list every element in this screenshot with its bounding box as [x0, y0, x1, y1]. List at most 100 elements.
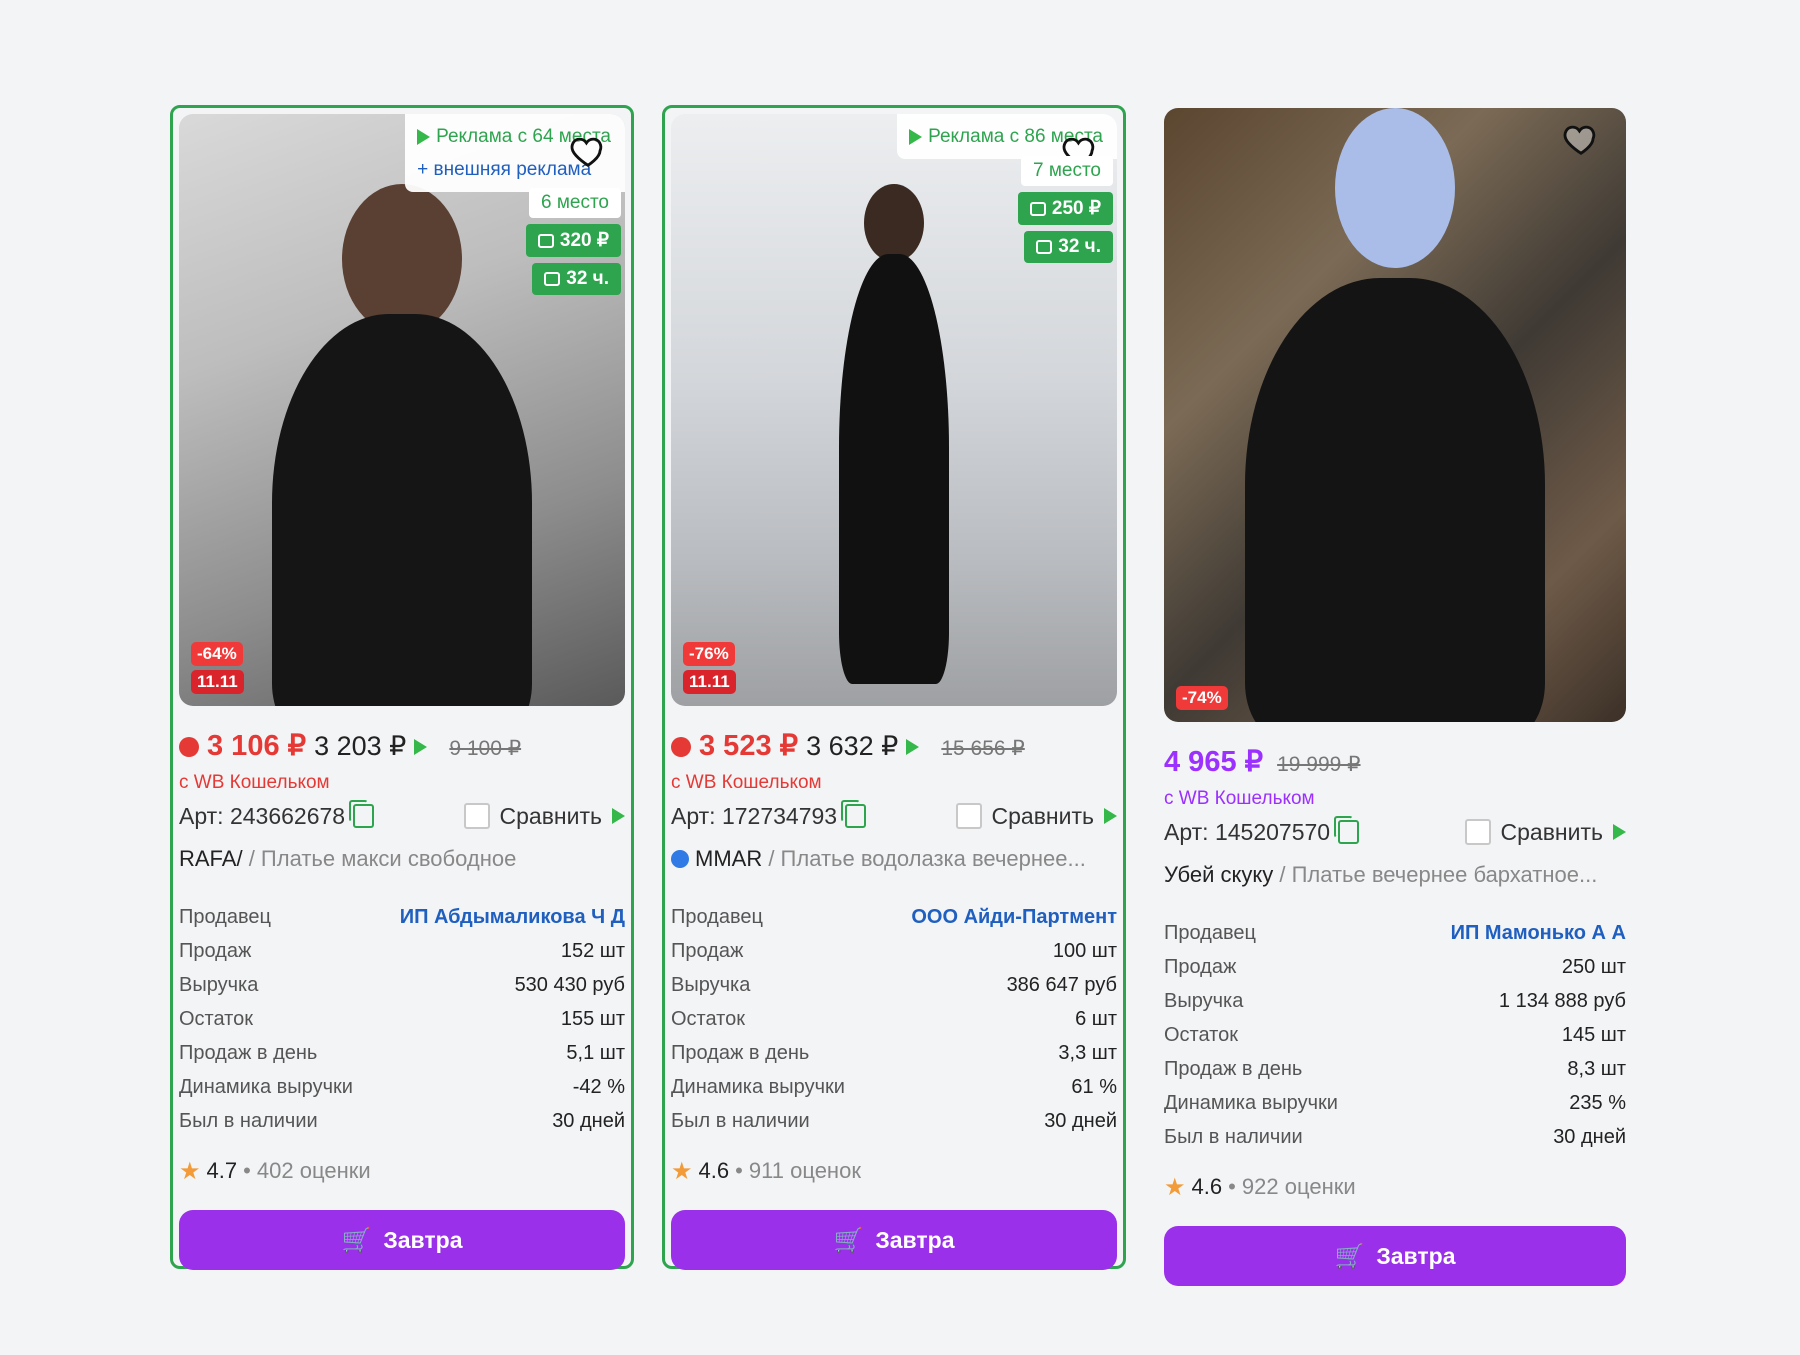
stat-value: 30 дней — [552, 1110, 625, 1132]
heart-icon[interactable] — [1562, 120, 1600, 158]
add-to-cart-button[interactable]: 🛒 Завтра — [179, 1210, 625, 1270]
stat-value: 386 647 руб — [1006, 974, 1117, 996]
ad-play-icon — [906, 739, 920, 755]
compare-checkbox[interactable] — [955, 803, 982, 829]
review-count: • 402 оценки — [243, 1158, 371, 1183]
product-card[interactable]: Реклама с 86 места 7 место 250 ₽ 32 ч. -… — [662, 105, 1126, 1270]
ad-play-icon — [612, 808, 625, 824]
stat-value: 1 134 888 руб — [1498, 990, 1626, 1012]
price-row: 4 965 ₽ 19 999 ₽ — [1164, 744, 1626, 784]
wallet-icon — [671, 737, 691, 757]
copy-icon[interactable] — [349, 800, 375, 828]
article-number: Арт: 243662678 — [179, 802, 346, 829]
brand-name[interactable]: Убей скуку — [1164, 862, 1273, 887]
rating-value: 4.7 — [206, 1158, 238, 1183]
seller-link[interactable]: ООО Айди-Партмент — [911, 900, 1117, 934]
model-dress — [839, 254, 949, 684]
truck-icon — [1036, 240, 1053, 254]
stat-row: Продаж в день 8,3 шт — [1164, 1052, 1626, 1086]
model-dress — [272, 314, 532, 706]
stat-row: Динамика выручки 61 % — [671, 1070, 1117, 1104]
rating: ★ 4.6 • 911 оценок — [671, 1154, 1117, 1188]
rating: ★ 4.7 • 402 оценки — [179, 1154, 625, 1188]
stat-value: 530 430 руб — [514, 974, 625, 996]
stat-row: Продаж 100 шт — [671, 934, 1117, 968]
ad-play-icon — [909, 128, 923, 145]
stat-value: 100 шт — [1052, 940, 1117, 962]
stat-key: Остаток — [671, 1008, 745, 1030]
review-count: • 911 оценок — [735, 1158, 861, 1183]
product-card[interactable]: -74% 4 965 ₽ 19 999 ₽ с WB Кошельком Арт… — [1160, 108, 1626, 1286]
stat-value: 30 дней — [1044, 1110, 1117, 1132]
compare-label[interactable]: Сравнить — [500, 803, 602, 830]
buy-label: Завтра — [1376, 1242, 1456, 1269]
product-name[interactable]: / Платье макси свободное — [243, 846, 517, 871]
delivery-badge: 32 ч. — [532, 263, 621, 295]
price-row: 3 523 ₽ 3 632 ₽ 15 656 ₽ — [671, 728, 1117, 768]
star-icon: ★ — [179, 1157, 201, 1185]
wallet-price: 4 965 ₽ — [1164, 746, 1264, 778]
buy-label: Завтра — [383, 1226, 463, 1253]
ad-play-icon — [414, 739, 428, 755]
price: 3 203 ₽ — [314, 731, 407, 761]
stat-key: Продаж в день — [1164, 1058, 1303, 1080]
add-to-cart-button[interactable]: 🛒 Завтра — [671, 1210, 1117, 1270]
truck-icon — [544, 272, 561, 286]
compare-label[interactable]: Сравнить — [992, 803, 1094, 830]
product-card[interactable]: Реклама с 64 места + внешняя реклама 6 м… — [170, 105, 634, 1270]
wallet-label: с WB Кошельком — [671, 772, 822, 793]
stat-row: Выручка 386 647 руб — [671, 968, 1117, 1002]
stat-key: Динамика выручки — [179, 1076, 353, 1098]
stats-table: Продавец ООО Айди-Партмент Продаж 100 шт В… — [671, 900, 1117, 1138]
old-price: 15 656 ₽ — [941, 737, 1025, 760]
stat-key: Был в наличии — [179, 1110, 318, 1132]
stat-key: Выручка — [1164, 990, 1244, 1012]
place-badge: 7 место — [1020, 156, 1113, 186]
product-title[interactable]: RAFA/ / Платье макси свободное — [179, 842, 625, 876]
compare-checkbox[interactable] — [463, 803, 490, 829]
stat-value: 250 шт — [1561, 956, 1626, 978]
cost-badge: 320 ₽ — [525, 224, 621, 257]
stat-value: 155 шт — [560, 1008, 625, 1030]
compare-checkbox[interactable] — [1464, 819, 1491, 845]
seller-link[interactable]: ИП Абдымаликова Ч Д — [400, 900, 625, 934]
heart-icon[interactable] — [569, 132, 607, 170]
stat-key: Продавец — [1164, 922, 1256, 944]
copy-icon[interactable] — [841, 800, 867, 828]
rating-value: 4.6 — [698, 1158, 730, 1183]
product-photo[interactable]: Реклама с 64 места + внешняя реклама 6 м… — [179, 114, 625, 706]
stat-key: Продаж в день — [179, 1042, 318, 1064]
brand-name[interactable]: RAFA/ — [179, 846, 243, 871]
copy-icon[interactable] — [1334, 816, 1360, 844]
stat-row: Выручка 1 134 888 руб — [1164, 984, 1626, 1018]
product-title[interactable]: MMAR / Платье водолазка вечернее... — [671, 842, 1117, 876]
product-photo[interactable]: Реклама с 86 места 7 место 250 ₽ 32 ч. -… — [671, 114, 1117, 706]
star-icon: ★ — [1164, 1173, 1186, 1201]
product-name[interactable]: / Платье водолазка вечернее... — [762, 846, 1086, 871]
product-name[interactable]: / Платье вечернее бархатное... — [1273, 862, 1597, 887]
stat-row: Остаток 155 шт — [179, 1002, 625, 1036]
cart-icon: 🛒 — [1334, 1242, 1365, 1270]
brand-name[interactable]: MMAR — [695, 846, 762, 871]
stat-row: Продаж 152 шт — [179, 934, 625, 968]
article-number: Арт: 172734793 — [671, 802, 838, 829]
wallet-price: 3 523 ₽ — [699, 730, 799, 762]
seller-link[interactable]: ИП Мамонько А А — [1451, 916, 1626, 950]
compare-label[interactable]: Сравнить — [1501, 819, 1603, 846]
model-dress — [1245, 278, 1545, 722]
stat-key: Был в наличии — [671, 1110, 810, 1132]
place-badge: 6 место — [528, 188, 621, 218]
old-price: 19 999 ₽ — [1277, 753, 1361, 776]
stat-row-seller: Продавец ООО Айди-Партмент — [671, 900, 1117, 934]
model-head — [1335, 108, 1455, 268]
discount-badges: -64% 11.11 — [191, 642, 244, 694]
stat-value: 235 % — [1569, 1092, 1626, 1114]
product-photo[interactable]: -74% — [1164, 108, 1626, 722]
cart-icon: 🛒 — [833, 1226, 864, 1254]
model-head — [342, 184, 462, 334]
cost-badge: 250 ₽ — [1017, 192, 1113, 225]
stat-key: Продаж — [179, 940, 252, 962]
product-title[interactable]: Убей скуку / Платье вечернее бархатное..… — [1164, 858, 1626, 892]
article-row: Арт: 145207570 Сравнить — [1164, 814, 1626, 850]
add-to-cart-button[interactable]: 🛒 Завтра — [1164, 1226, 1626, 1286]
